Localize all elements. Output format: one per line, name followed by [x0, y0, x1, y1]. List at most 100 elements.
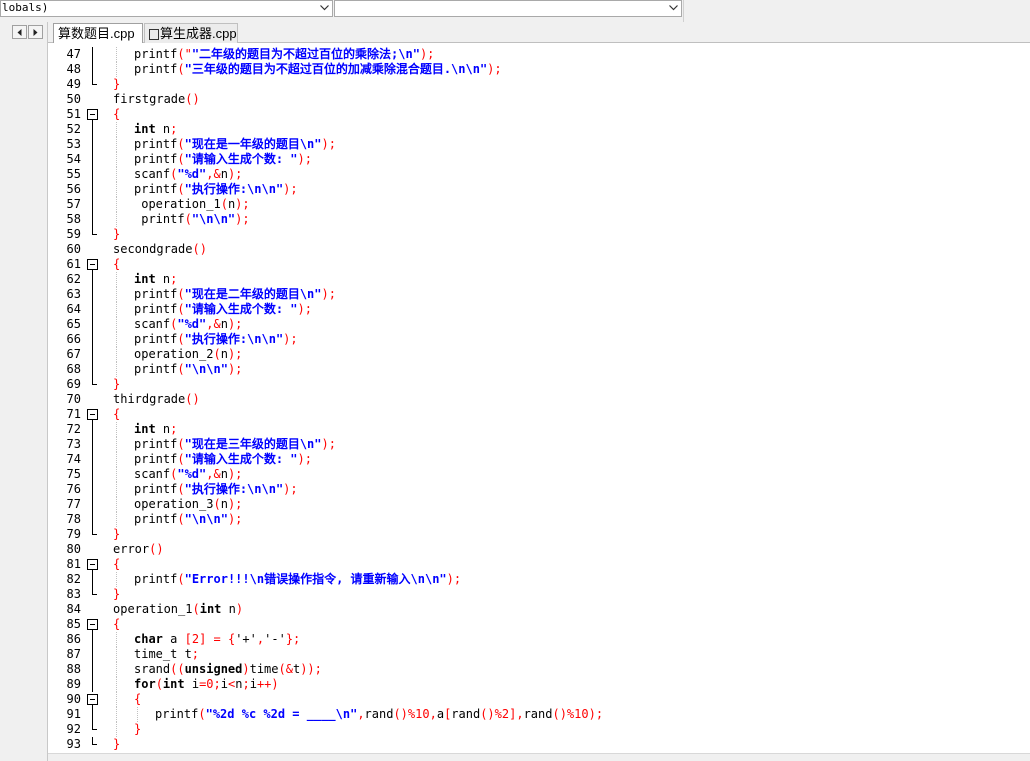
- code-editor[interactable]: 47 printf(""二年级的题目为不超过百位的乘除法;\n"); 48 print…: [48, 43, 1030, 753]
- code-line[interactable]: 53 printf("现在是一年级的题目\n");: [48, 137, 1030, 152]
- code-text: time_t t;: [134, 647, 199, 662]
- code-line[interactable]: 56 printf("执行操作:\n\n");: [48, 182, 1030, 197]
- fold-collapse-icon[interactable]: [87, 109, 98, 120]
- side-panel: [0, 22, 48, 761]
- fold-collapse-icon[interactable]: [87, 259, 98, 270]
- code-line[interactable]: 71 {: [48, 407, 1030, 422]
- code-text: }: [134, 722, 141, 737]
- code-line[interactable]: 73 printf("现在是三年级的题目\n");: [48, 437, 1030, 452]
- code-line[interactable]: 70 thirdgrade(): [48, 392, 1030, 407]
- code-token: );: [588, 707, 604, 721]
- chevron-down-icon[interactable]: [317, 1, 331, 16]
- code-line[interactable]: 92}: [48, 722, 1030, 737]
- fold-collapse-icon[interactable]: [87, 694, 98, 705]
- horizontal-scrollbar[interactable]: [48, 753, 1030, 761]
- code-line[interactable]: 47 printf(""二年级的题目为不超过百位的乘除法;\n");: [48, 47, 1030, 62]
- code-line[interactable]: 57 operation_1(n);: [48, 197, 1030, 212]
- line-number: 90: [66, 692, 81, 706]
- code-token: "\n\n": [184, 362, 228, 376]
- line-number: 53: [66, 137, 81, 151]
- code-line[interactable]: 85 {: [48, 617, 1030, 632]
- code-line[interactable]: 90 {: [48, 692, 1030, 707]
- code-line[interactable]: 83}: [48, 587, 1030, 602]
- code-token: (: [177, 362, 185, 376]
- code-line[interactable]: 76 printf("执行操作:\n\n");: [48, 482, 1030, 497]
- code-token: rand: [364, 707, 394, 721]
- code-token: int: [134, 422, 156, 436]
- code-token: printf: [134, 137, 178, 151]
- code-text: printf("请输入生成个数: ");: [134, 152, 312, 167]
- code-token: "%d": [177, 167, 207, 181]
- tab-suan-shengchengqi-cpp[interactable]: 算生成器.cpp: [144, 23, 238, 43]
- code-line[interactable]: 77 operation_3(n);: [48, 497, 1030, 512]
- code-text: {: [113, 617, 120, 632]
- code-line[interactable]: 60 secondgrade(): [48, 242, 1030, 257]
- code-token: "%2d %c %2d = ____\n": [205, 707, 358, 721]
- code-line[interactable]: 89 for(int i=0;i<n;i++): [48, 677, 1030, 692]
- code-text: operation_1(int n): [113, 602, 243, 617]
- line-number: 75: [66, 467, 81, 481]
- code-token: ,: [429, 707, 437, 721]
- indent-guide: [116, 437, 117, 452]
- code-line[interactable]: 88 srand((unsigned)time(&t));: [48, 662, 1030, 677]
- code-line[interactable]: 55 scanf("%d",&n);: [48, 167, 1030, 182]
- code-text: int n;: [134, 272, 177, 287]
- code-line[interactable]: 75 scanf("%d",&n);: [48, 467, 1030, 482]
- tab-scroll-left-button[interactable]: [12, 25, 27, 39]
- code-text: {: [113, 107, 120, 122]
- code-line[interactable]: 81 {: [48, 557, 1030, 572]
- code-line[interactable]: 51 {: [48, 107, 1030, 122]
- code-line[interactable]: 62 int n;: [48, 272, 1030, 287]
- code-line[interactable]: 82 printf("Error!!!\n错误操作指令, 请重新输入\n\n");: [48, 572, 1030, 587]
- code-line[interactable]: 93}: [48, 737, 1030, 752]
- code-text: printf("执行操作:\n\n");: [134, 332, 298, 347]
- code-token: ));: [300, 662, 322, 676]
- code-line[interactable]: 69}: [48, 377, 1030, 392]
- code-line[interactable]: 64 printf("请输入生成个数: ");: [48, 302, 1030, 317]
- member-combo[interactable]: [334, 0, 682, 17]
- code-line[interactable]: 67 operation_2(n);: [48, 347, 1030, 362]
- code-line[interactable]: 80 error(): [48, 542, 1030, 557]
- indent-guide: [137, 707, 138, 722]
- code-line[interactable]: 49}: [48, 77, 1030, 92]
- code-line[interactable]: 86 char a [2] = {'+','-'};: [48, 632, 1030, 647]
- code-line[interactable]: 58 printf("\n\n");: [48, 212, 1030, 227]
- scope-combo[interactable]: lobals): [0, 0, 333, 17]
- code-line[interactable]: 91 printf("%2d %c %2d = ____\n",rand()%10…: [48, 707, 1030, 722]
- code-line[interactable]: 84 operation_1(int n): [48, 602, 1030, 617]
- code-token: (: [177, 152, 185, 166]
- code-line[interactable]: 87 time_t t;: [48, 647, 1030, 662]
- code-token: (: [177, 332, 185, 346]
- code-line[interactable]: 63 printf("现在是二年级的题目\n");: [48, 287, 1030, 302]
- tab-suanshu-timu-cpp[interactable]: 算数题目.cpp: [53, 23, 143, 43]
- code-line[interactable]: 65 scanf("%d",&n);: [48, 317, 1030, 332]
- tab-scroll-right-button[interactable]: [28, 25, 43, 39]
- code-token: printf: [134, 437, 178, 451]
- code-line[interactable]: 61 {: [48, 257, 1030, 272]
- code-token: );: [321, 137, 336, 151]
- code-line[interactable]: 52 int n;: [48, 122, 1030, 137]
- fold-collapse-icon[interactable]: [87, 409, 98, 420]
- code-text: operation_1(n);: [134, 197, 249, 212]
- code-line[interactable]: 59}: [48, 227, 1030, 242]
- indent-guide: [116, 62, 117, 77]
- code-line[interactable]: 78 printf("\n\n");: [48, 512, 1030, 527]
- line-number: 76: [66, 482, 81, 496]
- code-line[interactable]: 74 printf("请输入生成个数: ");: [48, 452, 1030, 467]
- code-line[interactable]: 50 firstgrade(): [48, 92, 1030, 107]
- code-line[interactable]: 66 printf("执行操作:\n\n");: [48, 332, 1030, 347]
- code-token: '-': [264, 632, 286, 646]
- code-line[interactable]: 54 printf("请输入生成个数: ");: [48, 152, 1030, 167]
- code-line[interactable]: 72 int n;: [48, 422, 1030, 437]
- code-line[interactable]: 79}: [48, 527, 1030, 542]
- fold-collapse-icon[interactable]: [87, 559, 98, 570]
- chevron-down-icon[interactable]: [666, 1, 680, 16]
- code-text: for(int i=0;i<n;i++): [134, 677, 279, 692]
- code-line[interactable]: 68 printf("\n\n");: [48, 362, 1030, 377]
- code-text: {: [113, 407, 120, 422]
- code-line[interactable]: 48 printf("三年级的题目为不超过百位的加减乘除混合题目.\n\n");: [48, 62, 1030, 77]
- code-text: scanf("%d",&n);: [134, 317, 242, 332]
- code-token: "%d": [177, 317, 207, 331]
- fold-collapse-icon[interactable]: [87, 619, 98, 630]
- fold-line: [92, 182, 93, 197]
